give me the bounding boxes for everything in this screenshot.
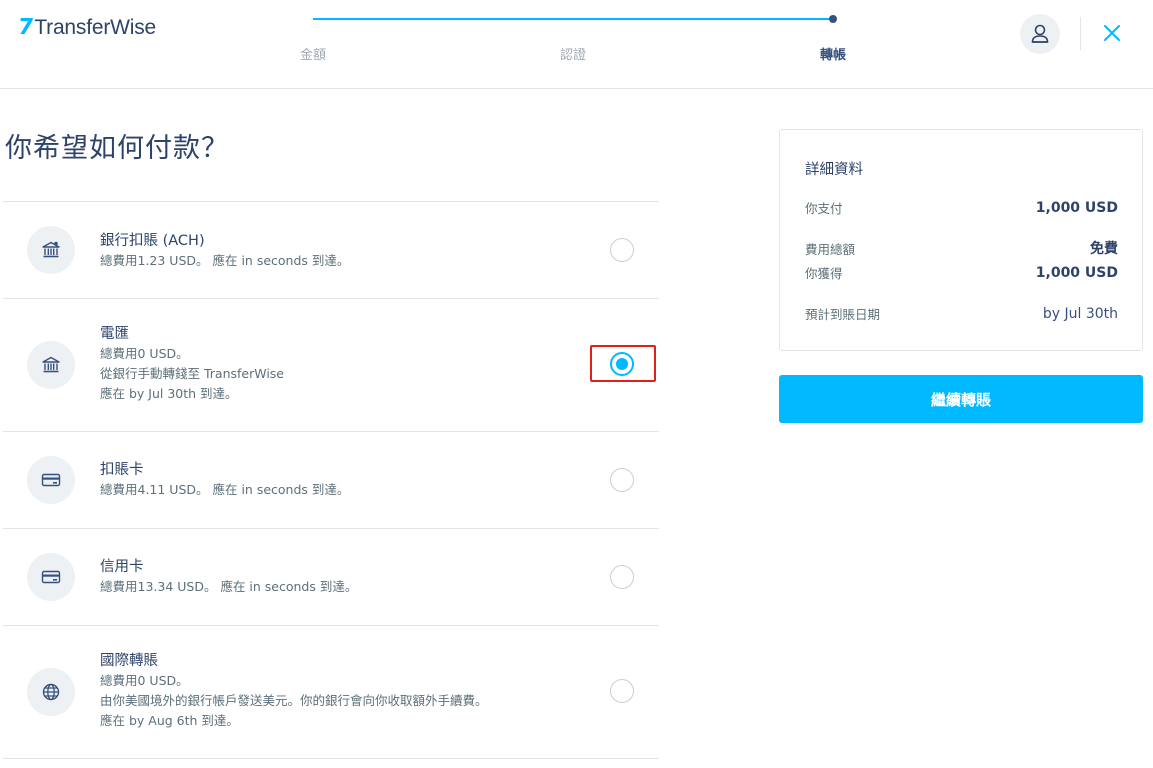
summary-value: by Jul 30th — [1042, 305, 1118, 322]
option-icon-wrap — [27, 226, 75, 274]
continue-transfer-button[interactable]: 繼續轉賬 — [779, 375, 1143, 423]
summary-label: 費用總額 — [805, 241, 856, 257]
option-text: 信用卡 總費用13.34 USD。 應在 in seconds 到達。 — [100, 557, 357, 597]
close-icon — [1104, 25, 1120, 41]
summary-row-you-pay: 你支付 1,000 USD — [805, 198, 1118, 217]
bank-icon — [42, 356, 60, 373]
globe-icon — [42, 683, 60, 701]
option-icon-wrap — [27, 456, 75, 504]
option-title: 信用卡 — [100, 559, 144, 575]
option-text: 電匯 總費用0 USD。 從銀行手動轉錢至 TransferWise 應在 by… — [100, 324, 284, 404]
option-detail: 總費用13.34 USD。 應在 in seconds 到達。 — [100, 579, 358, 594]
option-text: 國際轉賬 總費用0 USD。 由你美國境外的銀行帳戶發送美元。你的銀行會向你收取… — [100, 651, 488, 731]
top-header: 7 TransferWise 金額 認證 轉帳 — [0, 0, 1153, 89]
logo-text: TransferWise — [34, 16, 156, 39]
option-icon-wrap — [27, 341, 75, 389]
transfer-summary-card: 詳細資料 你支付 1,000 USD 費用總額 免費 你獲得 1,000 USD… — [779, 129, 1143, 351]
option-detail: 總費用4.11 USD。 應在 in seconds 到達。 — [100, 482, 350, 497]
account-avatar-button[interactable] — [1020, 14, 1060, 54]
option-radio-debit-card[interactable] — [610, 468, 634, 492]
option-radio-wire[interactable] — [610, 352, 634, 376]
option-detail: 總費用0 USD。 — [100, 346, 189, 361]
summary-row-total-fee: 費用總額 免費 — [805, 238, 1118, 258]
progress-stepper: 金額 認證 轉帳 — [300, 15, 846, 66]
step-transfer: 轉帳 — [819, 48, 847, 63]
payment-option-ach[interactable]: 銀行扣賬 (ACH) 總費用1.23 USD。 應在 in seconds 到達… — [3, 202, 659, 299]
option-radio-credit-card[interactable] — [610, 565, 634, 589]
stepper-current-dot — [829, 15, 837, 23]
option-icon-wrap — [27, 553, 75, 601]
user-icon — [1031, 24, 1049, 43]
option-title: 扣賬卡 — [100, 462, 144, 478]
card-icon — [41, 570, 61, 584]
logo-flag-icon: 7 — [16, 15, 36, 40]
summary-value: 1,000 USD — [1035, 264, 1118, 281]
option-radio-international[interactable] — [610, 679, 634, 703]
option-title: 國際轉賬 — [100, 653, 158, 669]
bank-icon — [42, 241, 60, 258]
summary-label: 預計到賬日期 — [805, 307, 881, 322]
step-amount: 金額 — [299, 48, 327, 63]
close-button[interactable] — [1100, 21, 1124, 45]
option-detail: 總費用0 USD。 — [100, 673, 189, 688]
page-title: 你希望如何付款？ — [5, 133, 229, 164]
summary-title: 詳細資料 — [805, 162, 863, 178]
transferwise-logo[interactable]: 7 TransferWise — [16, 15, 156, 40]
option-title: 銀行扣賬 (ACH) — [100, 233, 205, 249]
summary-row-you-get: 你獲得 1,000 USD — [805, 263, 1118, 282]
summary-label: 你支付 — [805, 201, 843, 216]
option-icon-wrap — [27, 668, 75, 716]
payment-option-international[interactable]: 國際轉賬 總費用0 USD。 由你美國境外的銀行帳戶發送美元。你的銀行會向你收取… — [3, 626, 659, 759]
option-detail: 應在 by Jul 30th 到達。 — [100, 386, 238, 401]
payment-option-wire[interactable]: 電匯 總費用0 USD。 從銀行手動轉錢至 TransferWise 應在 by… — [3, 299, 659, 432]
step-verification: 認證 — [559, 48, 587, 63]
option-detail: 應在 by Aug 6th 到達。 — [100, 713, 239, 728]
option-radio-ach[interactable] — [610, 238, 634, 262]
header-divider — [1080, 17, 1081, 50]
summary-value: 免費 — [1090, 241, 1118, 257]
payment-option-credit-card[interactable]: 信用卡 總費用13.34 USD。 應在 in seconds 到達。 — [3, 529, 659, 626]
payment-option-debit-card[interactable]: 扣賬卡 總費用4.11 USD。 應在 in seconds 到達。 — [3, 432, 659, 529]
card-icon — [41, 473, 61, 487]
option-detail: 總費用1.23 USD。 應在 in seconds 到達。 — [100, 253, 350, 268]
payment-options-list: 銀行扣賬 (ACH) 總費用1.23 USD。 應在 in seconds 到達… — [3, 201, 659, 759]
option-text: 銀行扣賬 (ACH) 總費用1.23 USD。 應在 in seconds 到達… — [100, 231, 349, 271]
summary-row-arrival: 預計到賬日期 by Jul 30th — [805, 304, 1118, 323]
option-text: 扣賬卡 總費用4.11 USD。 應在 in seconds 到達。 — [100, 460, 349, 500]
option-title: 電匯 — [100, 326, 129, 342]
stepper-progress-line — [313, 18, 833, 20]
summary-value: 1,000 USD — [1035, 199, 1118, 216]
option-detail: 由你美國境外的銀行帳戶發送美元。你的銀行會向你收取額外手續費。 — [100, 693, 488, 708]
option-detail: 從銀行手動轉錢至 TransferWise — [100, 366, 284, 381]
summary-label: 你獲得 — [805, 266, 843, 281]
